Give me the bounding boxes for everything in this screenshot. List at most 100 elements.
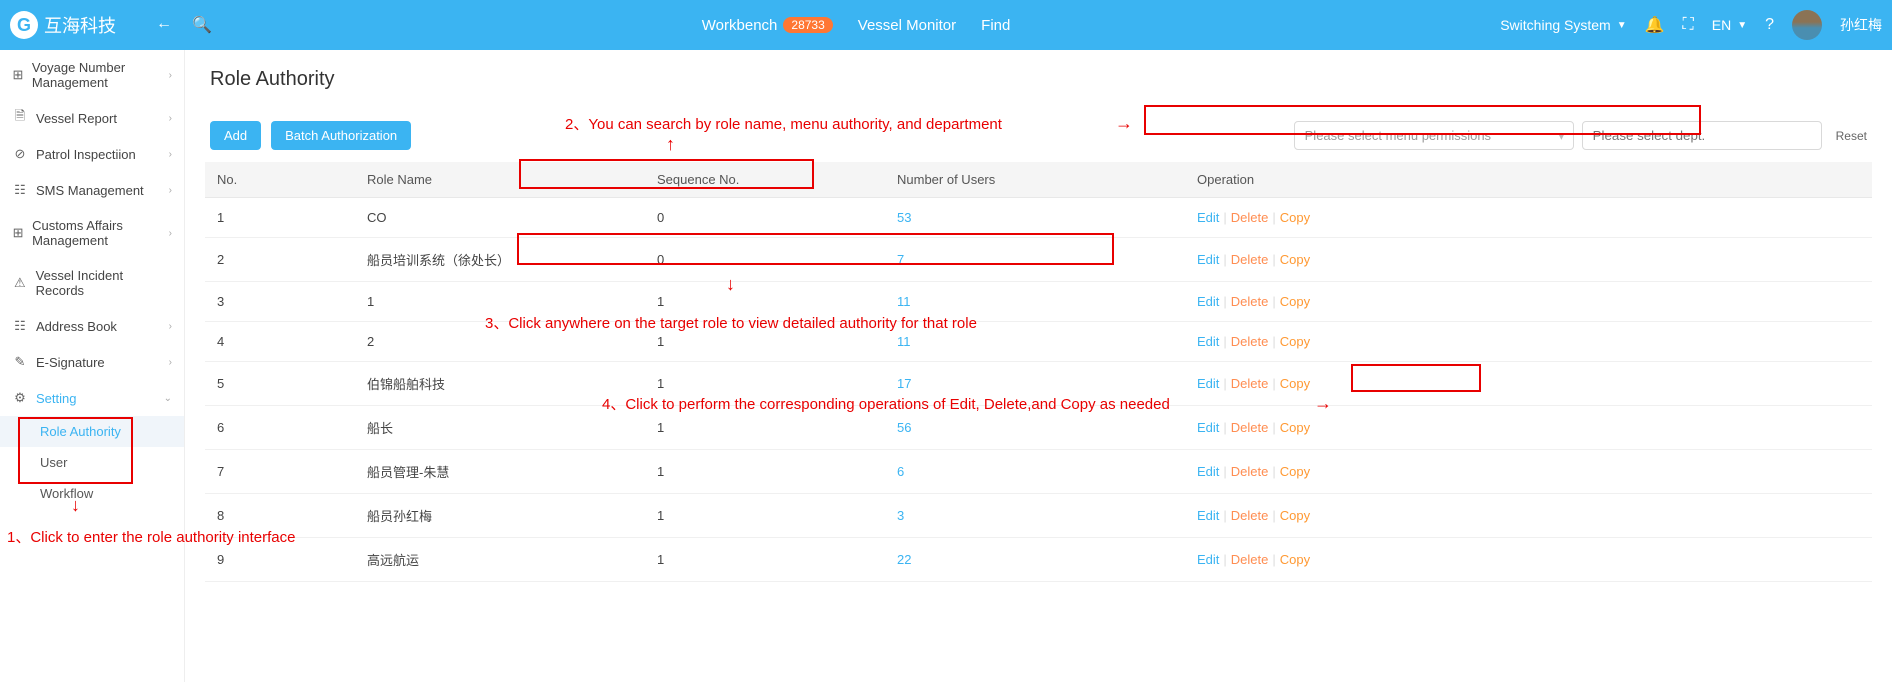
cell-seq: 0 bbox=[645, 238, 885, 282]
delete-link[interactable]: Delete bbox=[1231, 376, 1269, 391]
delete-link[interactable]: Delete bbox=[1231, 552, 1269, 567]
help-icon[interactable]: ? bbox=[1765, 16, 1774, 34]
delete-link[interactable]: Delete bbox=[1231, 508, 1269, 523]
users-link[interactable]: 3 bbox=[897, 508, 904, 523]
edit-link[interactable]: Edit bbox=[1197, 420, 1219, 435]
delete-link[interactable]: Delete bbox=[1231, 420, 1269, 435]
sidebar-icon: ☷ bbox=[12, 318, 28, 334]
edit-link[interactable]: Edit bbox=[1197, 552, 1219, 567]
cell-users: 56 bbox=[885, 406, 1185, 450]
table-row[interactable]: 9高远航运122Edit|Delete|Copy bbox=[205, 538, 1872, 582]
delete-link[interactable]: Delete bbox=[1231, 334, 1269, 349]
cell-op: Edit|Delete|Copy bbox=[1185, 198, 1872, 238]
add-button[interactable]: Add bbox=[210, 121, 261, 150]
topbar-left-icons: ← 🔍 bbox=[156, 15, 212, 35]
users-link[interactable]: 22 bbox=[897, 552, 911, 567]
edit-link[interactable]: Edit bbox=[1197, 334, 1219, 349]
back-icon[interactable]: ← bbox=[156, 15, 172, 35]
users-link[interactable]: 53 bbox=[897, 210, 911, 225]
copy-link[interactable]: Copy bbox=[1280, 210, 1310, 225]
users-link[interactable]: 56 bbox=[897, 420, 911, 435]
cell-role: 2 bbox=[355, 322, 645, 362]
copy-link[interactable]: Copy bbox=[1280, 552, 1310, 567]
avatar[interactable] bbox=[1792, 10, 1822, 40]
copy-link[interactable]: Copy bbox=[1280, 420, 1310, 435]
edit-link[interactable]: Edit bbox=[1197, 464, 1219, 479]
sidebar-item-setting[interactable]: ⚙Setting⌄ bbox=[0, 380, 184, 416]
cell-role: 船员孙红梅 bbox=[355, 494, 645, 538]
users-link[interactable]: 7 bbox=[897, 252, 904, 267]
chevron-right-icon: › bbox=[169, 70, 172, 81]
cell-users: 11 bbox=[885, 322, 1185, 362]
col-users: Number of Users bbox=[885, 162, 1185, 198]
sidebar-item-label: Patrol Inspectiion bbox=[36, 147, 136, 162]
sidebar-item-voyage-number-management[interactable]: ⊞Voyage Number Management› bbox=[0, 50, 184, 100]
table-row[interactable]: 6船长156Edit|Delete|Copy bbox=[205, 406, 1872, 450]
edit-link[interactable]: Edit bbox=[1197, 294, 1219, 309]
sidebar-item-patrol-inspectiion[interactable]: ⊘Patrol Inspectiion› bbox=[0, 136, 184, 172]
cell-seq: 1 bbox=[645, 538, 885, 582]
cell-op: Edit|Delete|Copy bbox=[1185, 494, 1872, 538]
dept-input[interactable] bbox=[1582, 121, 1822, 150]
lang-switch[interactable]: EN ▼ bbox=[1712, 17, 1747, 33]
sidebar-item-vessel-incident-records[interactable]: ⚠Vessel Incident Records bbox=[0, 258, 184, 308]
table-row[interactable]: 2船员培训系统（徐处长）07Edit|Delete|Copy bbox=[205, 238, 1872, 282]
switching-system[interactable]: Switching System ▼ bbox=[1500, 17, 1626, 33]
table-row[interactable]: 42111Edit|Delete|Copy bbox=[205, 322, 1872, 362]
sidebar-item-sms-management[interactable]: ☷SMS Management› bbox=[0, 172, 184, 208]
cell-role: 1 bbox=[355, 282, 645, 322]
cell-no: 9 bbox=[205, 538, 355, 582]
delete-link[interactable]: Delete bbox=[1231, 464, 1269, 479]
delete-link[interactable]: Delete bbox=[1231, 294, 1269, 309]
expand-icon[interactable]: ⛶ bbox=[1683, 16, 1694, 34]
table-row[interactable]: 1CO053Edit|Delete|Copy bbox=[205, 198, 1872, 238]
users-link[interactable]: 11 bbox=[897, 334, 911, 349]
cell-users: 22 bbox=[885, 538, 1185, 582]
copy-link[interactable]: Copy bbox=[1280, 508, 1310, 523]
sidebar-sub-user[interactable]: User bbox=[0, 447, 184, 478]
nav-find[interactable]: Find bbox=[981, 17, 1010, 34]
copy-link[interactable]: Copy bbox=[1280, 294, 1310, 309]
sidebar-sub-workflow[interactable]: Workflow bbox=[0, 478, 184, 509]
table-row[interactable]: 5伯锦船舶科技117Edit|Delete|Copy bbox=[205, 362, 1872, 406]
sidebar-item-vessel-report[interactable]: 🗎Vessel Report› bbox=[0, 100, 184, 136]
delete-link[interactable]: Delete bbox=[1231, 252, 1269, 267]
table-row[interactable]: 31111Edit|Delete|Copy bbox=[205, 282, 1872, 322]
nav-vessel-monitor[interactable]: Vessel Monitor bbox=[858, 17, 956, 34]
copy-link[interactable]: Copy bbox=[1280, 464, 1310, 479]
edit-link[interactable]: Edit bbox=[1197, 252, 1219, 267]
copy-link[interactable]: Copy bbox=[1280, 376, 1310, 391]
table-row[interactable]: 8船员孙红梅13Edit|Delete|Copy bbox=[205, 494, 1872, 538]
sidebar-item-label: Voyage Number Management bbox=[32, 60, 161, 90]
cell-users: 3 bbox=[885, 494, 1185, 538]
users-link[interactable]: 17 bbox=[897, 376, 911, 391]
search-icon[interactable]: 🔍 bbox=[192, 15, 212, 35]
copy-link[interactable]: Copy bbox=[1280, 334, 1310, 349]
sidebar-item-customs-affairs-management[interactable]: ⊞Customs Affairs Management› bbox=[0, 208, 184, 258]
bell-icon[interactable]: 🔔 bbox=[1645, 15, 1665, 35]
edit-link[interactable]: Edit bbox=[1197, 508, 1219, 523]
cell-users: 6 bbox=[885, 450, 1185, 494]
menu-permissions-select[interactable]: Please select menu permissions bbox=[1294, 121, 1574, 150]
cell-no: 2 bbox=[205, 238, 355, 282]
cell-users: 17 bbox=[885, 362, 1185, 406]
nav-workbench[interactable]: Workbench 28733 bbox=[702, 17, 833, 34]
batch-auth-button[interactable]: Batch Authorization bbox=[271, 121, 411, 150]
reset-link[interactable]: Reset bbox=[1836, 129, 1867, 143]
edit-link[interactable]: Edit bbox=[1197, 376, 1219, 391]
users-link[interactable]: 6 bbox=[897, 464, 904, 479]
delete-link[interactable]: Delete bbox=[1231, 210, 1269, 225]
copy-link[interactable]: Copy bbox=[1280, 252, 1310, 267]
users-link[interactable]: 11 bbox=[897, 294, 911, 309]
edit-link[interactable]: Edit bbox=[1197, 210, 1219, 225]
topbar-right: Switching System ▼ 🔔 ⛶ EN ▼ ? 孙红梅 bbox=[1500, 10, 1882, 40]
sidebar-sub-role-authority[interactable]: Role Authority bbox=[0, 416, 184, 447]
cell-no: 4 bbox=[205, 322, 355, 362]
role-table: No. Role Name Sequence No. Number of Use… bbox=[205, 162, 1872, 582]
chevron-right-icon: ⌄ bbox=[164, 393, 172, 404]
sidebar-item-label: Customs Affairs Management bbox=[32, 218, 161, 248]
cell-role: CO bbox=[355, 198, 645, 238]
sidebar-item-address-book[interactable]: ☷Address Book› bbox=[0, 308, 184, 344]
sidebar-item-e-signature[interactable]: ✎E-Signature› bbox=[0, 344, 184, 380]
table-row[interactable]: 7船员管理-朱慧16Edit|Delete|Copy bbox=[205, 450, 1872, 494]
